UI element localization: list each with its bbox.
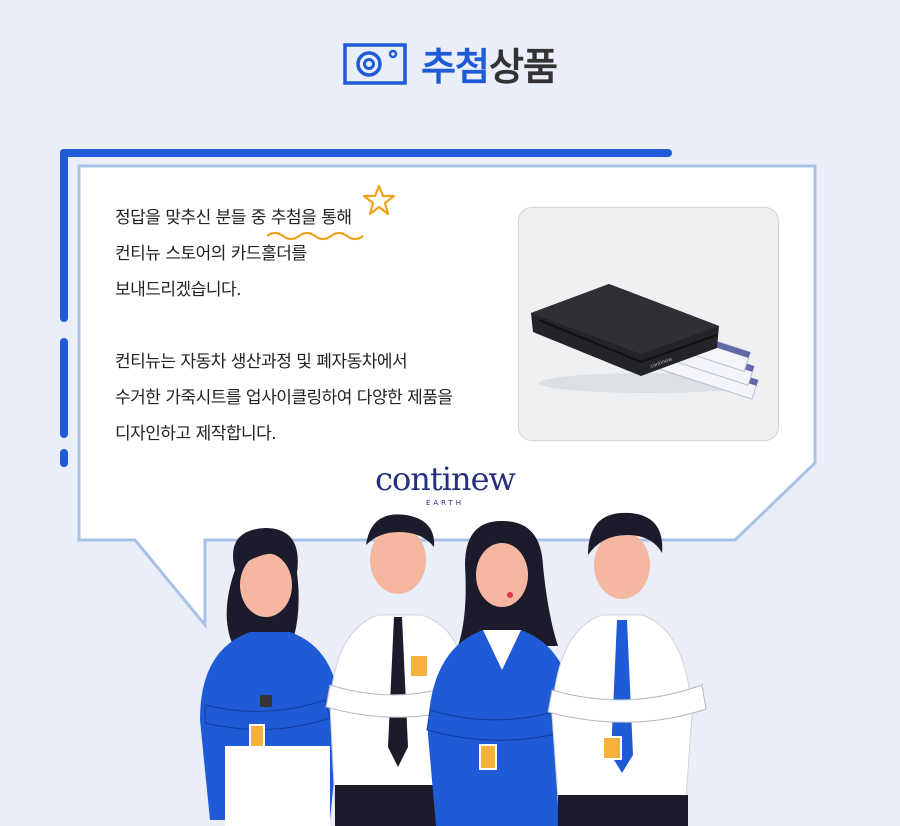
description-text: 정답을 맞추신 분들 중 추첨을 통해 컨티뉴 스토어의 카드홀더를 보내드리겠…: [115, 200, 505, 452]
card-holder-photo: continew: [531, 284, 759, 400]
team-illustration: [200, 512, 707, 826]
text-line: 디자인하고 제작합니다.: [115, 424, 277, 444]
person-man-right: [547, 512, 707, 826]
product-image: continew: [518, 207, 779, 441]
text-line: 컨티뉴는 자동차 생산과정 및 폐자동차에서: [115, 352, 408, 372]
brand-logo: continew EARTH: [345, 460, 545, 508]
highlight-phrase: 추첨을 통해: [266, 200, 364, 241]
star-icon: [362, 184, 396, 216]
brand-wordmark: continew: [375, 460, 516, 498]
text-line: 보내드리겠습니다.: [115, 280, 242, 300]
text-line: 수거한 가죽시트를 업사이클링하여 다양한 제품을: [115, 388, 453, 408]
text-line: 정답을 맞추신 분들 중 추첨을 통해: [115, 200, 505, 241]
person-woman-center-right: [426, 520, 580, 826]
wave-underline: [266, 231, 364, 241]
person-woman-left: [200, 528, 340, 826]
